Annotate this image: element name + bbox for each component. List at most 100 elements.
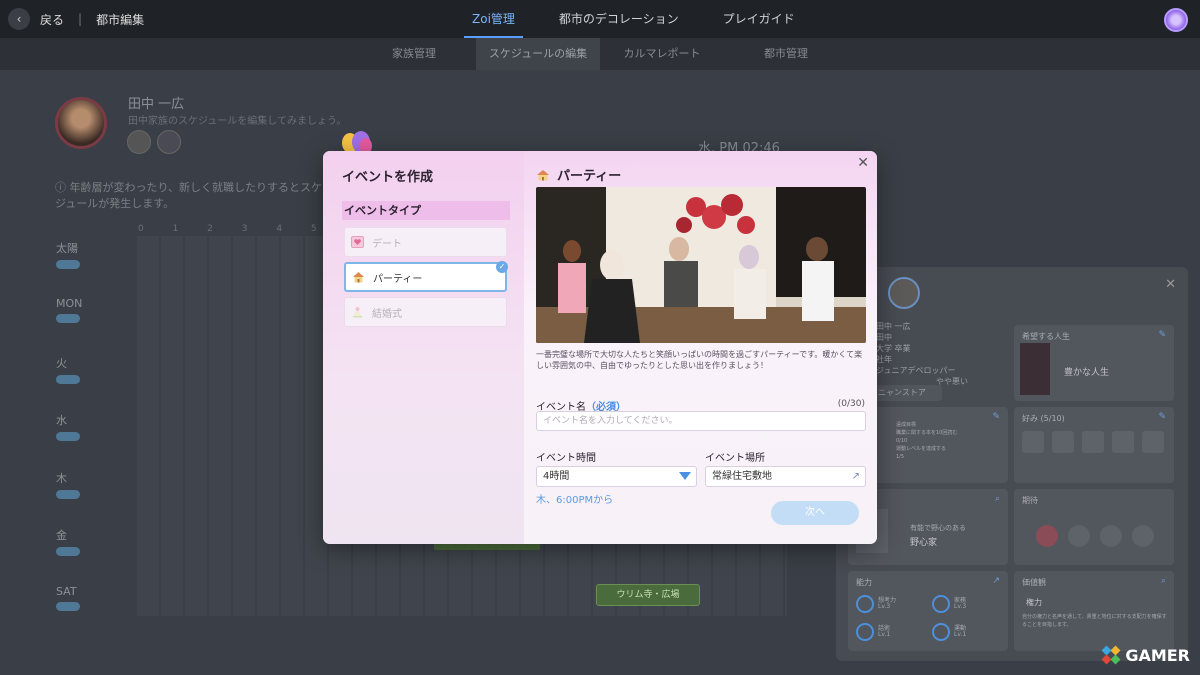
day-toggle[interactable]: [56, 260, 80, 269]
chevron-down-icon: [679, 472, 691, 480]
day-toggle[interactable]: [56, 375, 80, 384]
event-type-label: デート: [372, 238, 402, 250]
career-line: 職業に関する本を10回読む: [896, 430, 958, 436]
day-label: 水: [56, 414, 67, 427]
likes-card: 好み (5/10) ✎: [1014, 407, 1174, 483]
heart-icon: [1036, 525, 1058, 547]
info-line: 田中: [876, 333, 892, 342]
heart-card-icon: [351, 236, 364, 249]
career-line: 0/10: [896, 438, 908, 444]
career-line: 運動レベルを達成する: [896, 446, 947, 452]
event-type-party[interactable]: パーティー ✓: [344, 261, 508, 292]
close-icon[interactable]: ✕: [1165, 277, 1176, 292]
info-line: 大学 卒業: [876, 344, 911, 353]
day-label: SAT: [56, 585, 77, 598]
tab-zoi-management[interactable]: Zoi管理: [450, 0, 537, 38]
event-detail-panel: ✕ パーティー 一番完璧な場所で大切な人たちと笑顔いっぱいの時間を過ごすパーティ…: [524, 151, 877, 544]
event-type-wedding[interactable]: 結婚式: [344, 297, 507, 327]
value-desc: 自分の権力と名声を通して、貴重と地位に対する支配力を確保することを目指します。: [1022, 614, 1167, 628]
tab-play-guide[interactable]: プレイガイド: [701, 0, 817, 38]
day-row: SAT: [56, 585, 80, 611]
event-time-select[interactable]: 4時間: [536, 466, 697, 487]
wedding-icon: [351, 306, 364, 319]
day-row: 金: [56, 527, 80, 556]
value-name: 権力: [1026, 598, 1042, 607]
wish-card: 希望する人生 ✎ 豊かな人生: [1014, 325, 1174, 401]
day-row: 木: [56, 470, 80, 499]
ability-card: 能力 ↗ 想考力 Lv.3 家務 Lv.3 話術 Lv.1 運動 Lv.1: [848, 571, 1008, 651]
expect-card: 期待: [1014, 489, 1174, 565]
user-avatar[interactable]: [1164, 8, 1188, 32]
edit-icon[interactable]: ✎: [1158, 330, 1166, 340]
ability-ring: [932, 623, 950, 641]
profile-info: 田中 一広 田中 大学 卒業 社年 ジュニアデベロッパー やや悪い: [876, 321, 968, 387]
search-icon[interactable]: ⌕: [1161, 576, 1166, 586]
event-description: 一番完璧な場所で大切な人たちと笑顔いっぱいの時間を過ごすパーティーです。暖かくて…: [536, 350, 863, 370]
day-toggle[interactable]: [56, 432, 80, 441]
event-title-text: パーティー: [557, 169, 622, 184]
external-link-icon[interactable]: ↗: [992, 576, 1000, 586]
day-toggle[interactable]: [56, 547, 80, 556]
event-place-value: 常緑住宅敷地: [712, 471, 772, 482]
ability-level: Lv.1: [878, 631, 891, 638]
likes-title: 好み: [1022, 414, 1038, 423]
profile-panel: ✕ 田中 一広 田中 大学 卒業 社年 ジュニアデベロッパー やや悪い ニャンス…: [836, 267, 1188, 661]
sub-tabs: 家族管理 スケジュールの編集 カルマレポート 都市管理: [0, 38, 1200, 70]
schedule-notice: ⓘ 年齢層が変わったり、新しく就職したりするとスケジュールが発生します。: [55, 181, 323, 210]
day-toggle[interactable]: [56, 490, 80, 499]
edit-icon[interactable]: ✎: [1158, 412, 1166, 422]
gamer-logo-icon: [1101, 645, 1121, 665]
event-title: パーティー: [536, 165, 621, 184]
event-type-label: 結婚式: [372, 308, 402, 320]
day-label: 火: [56, 357, 67, 370]
external-link-icon[interactable]: ↗: [852, 467, 860, 486]
next-button[interactable]: 次へ: [771, 501, 859, 525]
day-toggle[interactable]: [56, 602, 80, 611]
family-member-avatar[interactable]: [127, 130, 151, 154]
close-icon[interactable]: ✕: [857, 155, 869, 171]
ability-ring: [856, 623, 874, 641]
schedule-event-block[interactable]: ウリム寺・広場: [596, 584, 700, 606]
back-button[interactable]: ‹: [8, 8, 30, 30]
gamer-watermark: GAMER: [1101, 645, 1190, 665]
wish-image: [1020, 343, 1050, 395]
back-label[interactable]: 戻る: [40, 11, 64, 28]
party-image: [536, 187, 866, 343]
create-event-dialog: イベントを作成 イベントタイプ デート パーティー ✓ 結婚式 ✕ パーティー: [323, 151, 877, 544]
main-tabs: Zoi管理 都市のデコレーション プレイガイド: [450, 0, 817, 38]
dialog-title: イベントを作成: [342, 170, 434, 185]
event-type-date[interactable]: デート: [344, 227, 507, 257]
character-subtitle: 田中家族のスケジュールを編集してみましょう。: [128, 116, 347, 127]
ability-level: Lv.1: [954, 631, 967, 638]
empty-slot: [1132, 525, 1154, 547]
event-time-label: イベント時間: [536, 453, 596, 464]
character-name: 田中 一広: [128, 97, 185, 112]
store-button[interactable]: ニャンストア: [872, 385, 942, 401]
top-bar: ‹ 戻る | 都市編集 Zoi管理 都市のデコレーション プレイガイド: [0, 0, 1200, 38]
party-house-icon: [537, 169, 549, 180]
day-toggle[interactable]: [56, 314, 80, 323]
wish-value: 豊かな人生: [1064, 368, 1110, 378]
watermark-text: GAMER: [1125, 645, 1190, 665]
family-member-avatar[interactable]: [157, 130, 181, 154]
empty-slot: [1068, 525, 1090, 547]
book-icon: [1082, 431, 1104, 453]
subtab-city[interactable]: 都市管理: [724, 38, 848, 70]
card-title: 価値観: [1022, 578, 1046, 587]
card-title: 期待: [1022, 496, 1038, 505]
event-type-label: パーティー: [373, 273, 423, 285]
personality-line: 有能で野心のある: [910, 524, 966, 532]
event-name-input[interactable]: イベント名を入力してください。: [536, 411, 866, 431]
character-avatar[interactable]: [55, 97, 107, 149]
tab-city-decoration[interactable]: 都市のデコレーション: [537, 0, 701, 38]
subtab-family[interactable]: 家族管理: [352, 38, 476, 70]
day-row: 水: [56, 412, 80, 441]
subtab-karma[interactable]: カルマレポート: [600, 38, 724, 70]
event-place-field[interactable]: 常緑住宅敷地 ↗: [705, 466, 866, 487]
paint-icon: [1112, 431, 1134, 453]
breadcrumb: 都市編集: [96, 12, 145, 27]
subtab-schedule[interactable]: スケジュールの編集: [476, 38, 600, 70]
search-icon[interactable]: ⌕: [995, 494, 1000, 504]
microphone-icon: [1142, 431, 1164, 453]
edit-icon[interactable]: ✎: [992, 412, 1000, 422]
